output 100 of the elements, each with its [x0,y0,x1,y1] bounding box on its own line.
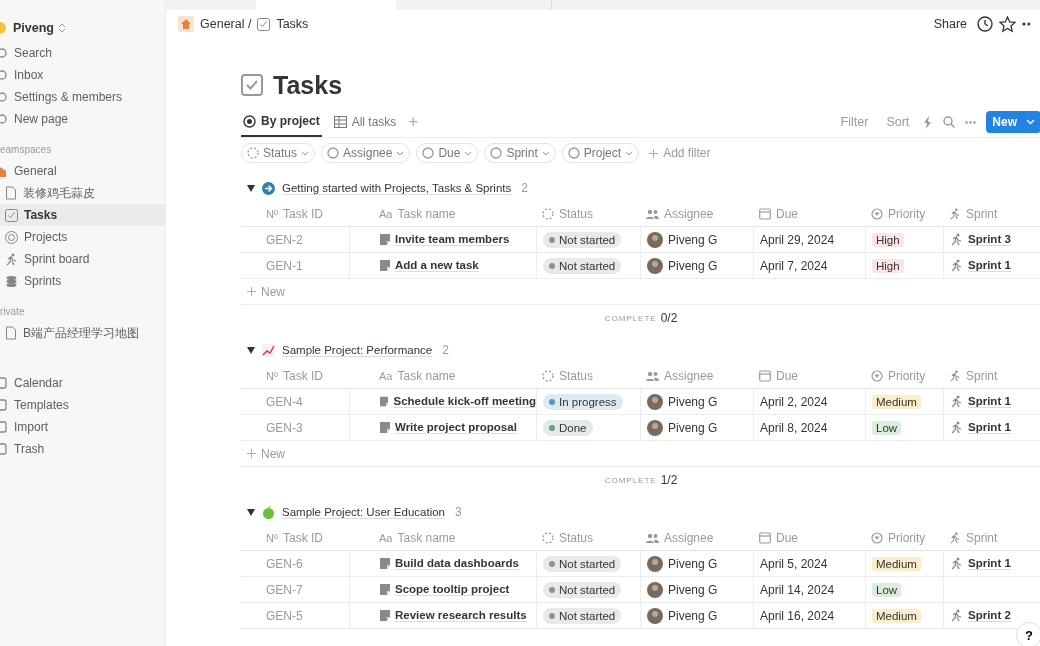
more-icon[interactable] [1022,22,1030,26]
due-date-cell: April 8, 2024 [753,415,865,440]
due-date-cell: April 29, 2024 [753,227,865,252]
breadcrumb-link[interactable]: Tasks [276,17,309,31]
task-name[interactable]: Invite team members [395,233,510,246]
assignee-name: Piveng G [668,232,718,247]
complete-count: 0/2 [660,311,678,325]
chevron-down-icon [464,150,473,156]
group-title[interactable]: Sample Project: Performance [282,343,433,357]
sidebar-item[interactable]: Trash [0,438,165,460]
status-tag[interactable]: Not started [543,555,622,572]
search-icon[interactable] [943,116,956,128]
priority-tag: High [872,258,904,273]
due-date-cell: April 2, 2024 [753,389,865,414]
avatar [647,581,663,598]
chart-icon [262,343,275,357]
task-id-cell-text: GEN-1 [265,257,304,275]
task-name[interactable]: Build data dashboards [395,557,519,570]
task-id-cell-text: GEN-2 [265,231,304,249]
sidebar-item[interactable]: Projects [0,226,165,248]
star-icon[interactable] [999,15,1016,33]
avatar [647,555,663,572]
sidebar-item[interactable]: General [0,160,165,182]
menu-item-icon [0,47,8,59]
sidebar-item[interactable]: Templates [0,394,165,416]
document-icon [380,558,390,569]
new-button[interactable]: New [986,111,1040,133]
status-tag[interactable]: Not started [543,607,622,624]
group-count: 2 [442,343,449,357]
task-name[interactable]: Schedule kick-off meeting [393,395,536,408]
workspace-name[interactable]: Piveng [13,21,54,35]
view-tab[interactable]: All tasks [331,107,399,137]
breadcrumb-link[interactable]: General / [200,17,252,31]
runner-icon [950,395,963,408]
runner-icon [950,233,963,246]
sidebar-item[interactable]: Import [0,416,165,438]
status-tag[interactable]: Not started [543,231,622,248]
status-icon [542,207,554,220]
document-icon [380,260,390,271]
collapse-caret-icon[interactable] [247,184,255,192]
status-tag[interactable]: Not started [543,581,622,598]
plus-icon [247,287,256,296]
sidebar-item[interactable]: Inbox [0,64,165,86]
page-title: Tasks [273,70,343,100]
complete-count: 1/2 [660,473,678,487]
sprint-link[interactable]: Sprint 1 [968,557,1011,570]
task-name[interactable]: Write project proposal [395,421,517,434]
sprint-link[interactable]: Sprint 1 [968,395,1011,408]
status-tag[interactable]: In progress [543,393,623,410]
chevron-down-icon [396,150,405,156]
checkbox-icon [257,17,271,31]
runner-icon [950,421,963,434]
sidebar-item[interactable]: New page [0,108,165,130]
property-icon [567,147,580,159]
complete-label: COMPLETE [604,313,657,323]
group-count: 2 [521,181,528,195]
task-name[interactable]: Scope tooltip project [395,583,510,596]
assignee-name: Piveng G [668,394,718,409]
document-icon [380,584,390,595]
target-icon [5,230,18,244]
sprint-link[interactable]: Sprint 1 [968,421,1011,434]
assignee-name: Piveng G [668,556,718,571]
share-button[interactable]: Share [929,17,971,31]
status-tag[interactable]: Not started [543,257,622,274]
group-title[interactable]: Sample Project: User Education [282,505,445,519]
table-icon [333,116,347,128]
sidebar-item[interactable]: Search [0,42,165,64]
checkbox-icon [5,208,18,222]
task-id-cell-text: GEN-5 [265,607,304,625]
chevron-icon [58,23,66,33]
sprint-link[interactable]: Sprint 1 [968,259,1011,272]
sidebar-item[interactable]: Settings & members [0,86,165,108]
sprint-link[interactable]: Sprint 3 [968,233,1011,246]
avatar [647,393,663,410]
collapse-caret-icon[interactable] [247,346,255,354]
task-name[interactable]: Add a new task [395,259,479,272]
view-tab[interactable]: By project [241,107,322,137]
due-date-cell: April 7, 2024 [753,253,865,278]
group-count: 3 [455,505,462,519]
property-icon [327,147,340,159]
document-icon [380,396,389,407]
sidebar-item[interactable]: Sprint board [0,248,165,270]
group-title[interactable]: Getting started with Projects, Tasks & Sprints [282,181,512,195]
sidebar-item[interactable]: Tasks [0,204,165,226]
sidebar-item[interactable]: Calendar [0,372,165,394]
target-icon [243,114,256,128]
sidebar-item[interactable]: 装修鸡毛蒜皮 [0,182,165,204]
clock-icon[interactable] [977,16,993,32]
runner-icon [949,531,961,544]
status-tag[interactable]: Done [543,419,593,436]
due-date-cell: April 14, 2024 [753,577,865,602]
sidebar-item[interactable]: Sprints [0,270,165,292]
avatar [647,257,663,274]
lightning-icon[interactable] [923,115,934,129]
collapse-caret-icon[interactable] [247,508,255,516]
task-name[interactable]: Review research results [395,609,527,622]
help-button[interactable]: ? [1016,622,1040,646]
assignee-name: Piveng G [668,420,718,435]
sprint-link[interactable]: Sprint 2 [968,609,1011,622]
sidebar-item[interactable]: B端产品经理学习地图 [0,322,165,344]
